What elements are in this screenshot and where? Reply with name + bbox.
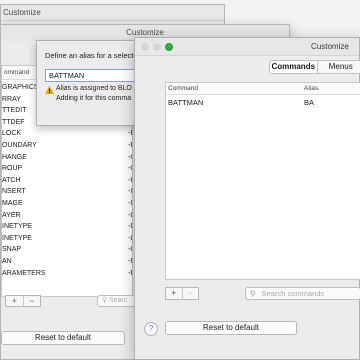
- column-header-command[interactable]: Command: [168, 85, 198, 92]
- list-item-alias: -F: [128, 258, 132, 265]
- search-placeholder: Search commands: [261, 289, 325, 298]
- list-item-command: OUNDARY: [2, 142, 37, 149]
- list-item-command: LOCK: [2, 130, 22, 138]
- list-item-command: ARAMETERS: [2, 269, 46, 277]
- tab-menus[interactable]: Menus: [316, 61, 360, 73]
- row-command-cell: BATTMAN: [168, 98, 204, 107]
- dialog-warning-text: Alias is assigned to BLO: [56, 85, 132, 92]
- list-item[interactable]: LOCK -E: [2, 128, 132, 140]
- list-item-alias: -F: [128, 269, 132, 277]
- zoom-window-icon[interactable]: [165, 43, 173, 51]
- list-item[interactable]: AYER -L: [2, 210, 132, 222]
- list-item-alias: -E: [128, 130, 132, 138]
- list-item-command: AN: [2, 258, 12, 265]
- mid-remove-button[interactable]: −: [22, 296, 41, 306]
- list-item[interactable]: ATCH -H: [2, 175, 132, 187]
- alias-table[interactable]: Command Alias BATTMAN BA: [165, 82, 360, 280]
- list-item-alias: -L: [128, 223, 132, 231]
- list-item-command: TTDEF: [2, 118, 25, 126]
- list-item[interactable]: ROUP -C: [2, 163, 132, 175]
- list-item[interactable]: HANGE -C: [2, 152, 132, 164]
- mid-search-placeholder: Searc: [109, 297, 128, 304]
- list-item[interactable]: INETYPE -L: [2, 221, 132, 233]
- list-item-command: INETYPE: [2, 234, 32, 242]
- search-icon: ⚲: [102, 297, 108, 304]
- list-item-alias: -I: [128, 200, 133, 207]
- list-item-command: ATCH: [2, 176, 21, 184]
- list-item-command: MAGE: [2, 200, 23, 207]
- list-item[interactable]: INETYPE -L: [2, 233, 132, 245]
- list-item[interactable]: SNAP -C: [2, 244, 132, 256]
- front-titlebar[interactable]: Customize: [135, 38, 359, 56]
- mid-search-input[interactable]: ⚲ Searc: [97, 295, 137, 307]
- tab-commands[interactable]: Commands: [270, 61, 317, 73]
- warning-icon: [45, 86, 54, 94]
- table-row[interactable]: BATTMAN BA: [166, 97, 360, 109]
- mid-reset-button[interactable]: Reset to default: [1, 331, 125, 345]
- list-item-command: INETYPE: [2, 223, 32, 231]
- mid-add-button[interactable]: +: [6, 296, 23, 306]
- list-item-command: SNAP: [2, 246, 22, 254]
- list-item-alias: -L: [128, 234, 132, 242]
- list-item[interactable]: NSERT -I: [2, 186, 132, 198]
- dialog-title: Define an alias for a selecte: [45, 51, 138, 60]
- list-item-command: AYER: [2, 211, 21, 219]
- minimize-window-icon[interactable]: [153, 43, 161, 51]
- help-button[interactable]: ?: [144, 322, 158, 336]
- front-add-remove-control: + −: [165, 287, 199, 300]
- alias-table-header: Command Alias: [166, 83, 360, 95]
- front-tab-bar: Commands Menus: [269, 60, 360, 74]
- list-item[interactable]: OUNDARY -E: [2, 140, 132, 152]
- list-item-alias: -E: [128, 142, 132, 149]
- front-window-title: Customize: [311, 42, 349, 51]
- mid-add-remove-control: + −: [5, 295, 41, 307]
- list-item-command: ROUP: [2, 165, 23, 173]
- search-icon: ⚲: [250, 289, 256, 298]
- list-item-command: TTEDIT: [2, 107, 27, 115]
- list-item-alias: -H: [128, 176, 132, 184]
- column-header-alias[interactable]: Alias: [304, 85, 318, 92]
- search-commands-input[interactable]: ⚲ Search commands: [245, 287, 360, 300]
- dialog-warning-subtext: Adding it for this comma: [56, 95, 132, 102]
- list-item-alias: -C: [128, 153, 132, 161]
- close-window-icon[interactable]: [141, 43, 149, 51]
- list-item-command: HANGE: [2, 153, 27, 161]
- front-customize-window: Customize Commands Menus Command Alias B…: [134, 37, 360, 360]
- list-item[interactable]: ARAMETERS -F: [2, 268, 132, 280]
- list-item-alias: -C: [128, 246, 132, 254]
- list-item[interactable]: AN -F: [2, 256, 132, 268]
- list-item-alias: -I: [128, 188, 133, 196]
- list-item-command: RRAY: [2, 95, 21, 103]
- list-item-alias: -L: [128, 211, 132, 219]
- add-alias-button[interactable]: +: [166, 288, 182, 299]
- list-item-alias: -C: [128, 165, 132, 173]
- remove-alias-button[interactable]: −: [181, 288, 199, 299]
- back-window-title: Customize: [1, 5, 224, 21]
- list-item-command: GRAPHICS: [2, 84, 39, 91]
- row-alias-cell[interactable]: BA: [304, 98, 314, 107]
- list-item[interactable]: MAGE -I: [2, 198, 132, 210]
- reset-to-default-button[interactable]: Reset to default: [165, 321, 297, 335]
- list-item-command: NSERT: [2, 188, 26, 196]
